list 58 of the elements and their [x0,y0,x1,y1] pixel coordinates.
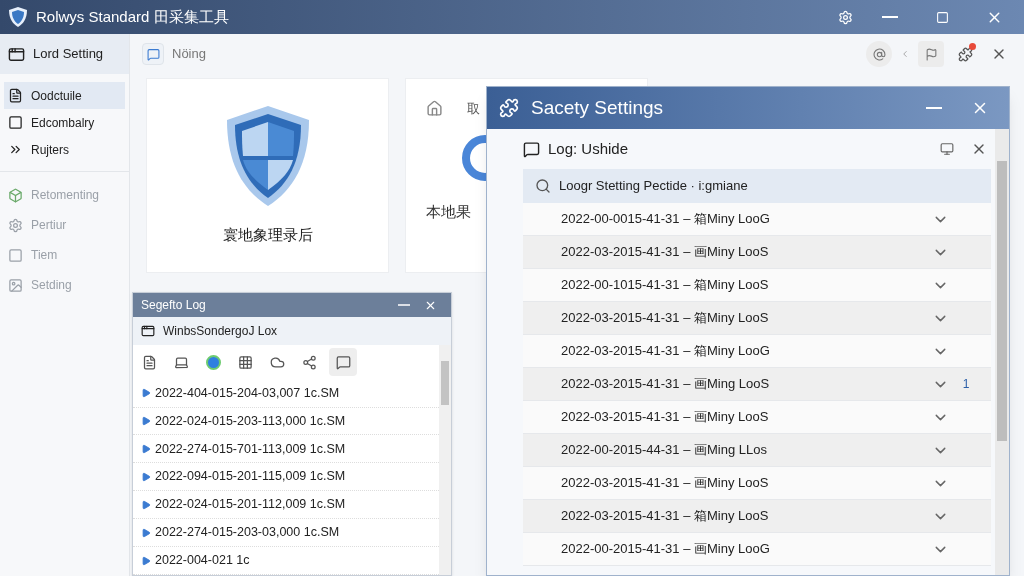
minimize-icon [882,16,898,18]
square-icon [8,247,23,263]
dialog-subtitle: Log: Ushide [548,138,630,159]
card-label: 寰地象理录后 [222,225,313,246]
chat-icon[interactable] [329,348,357,377]
square-icon [8,115,23,130]
log-row[interactable]: 2022-03-2015-41-31 – 画Ming LooS 1 [523,368,991,401]
message-icon [146,47,160,61]
at-icon[interactable] [866,41,892,67]
search-icon [535,178,551,194]
play-icon [141,388,151,399]
scrollbar[interactable] [439,345,451,575]
play-icon [141,471,151,482]
log-row[interactable]: 2022-03-2015-41-31 – 画Miny LooS [523,236,991,269]
sidebar-item[interactable]: Rujters [4,136,125,163]
image-icon [8,277,23,293]
card-label: 本地果 [426,201,471,222]
minimize-icon [926,107,942,109]
log-row[interactable]: 2022-00-1015-41-31 – 箱Miny LooS [523,269,991,302]
play-icon [141,415,151,426]
message-icon [523,140,540,158]
log-row[interactable]: 2022-03-2015-41-31 – 箱Miny LooS [523,302,991,335]
window-icon [141,324,155,338]
log-row[interactable]: 2022-03-2015-41-31 – 箱Miny LooS [523,500,991,533]
window-subtitle: WinbsSondergoJ Lox [163,323,278,340]
home-icon [426,100,443,118]
card[interactable]: 寰地象理录后 [146,78,389,273]
log-row[interactable]: 2022-03-2015-41-31 – 画Miny LooS [523,401,991,434]
log-row[interactable]: 2022-00-2015-44-31 – 画Ming LLos [523,434,991,467]
tab[interactable]: Nöing [142,43,206,65]
minimize-icon [398,304,410,306]
play-icon [141,443,151,454]
settings-icon [8,217,23,233]
document-icon [8,88,23,103]
log-row[interactable]: 2022-00-2015-41-31 – 画Miny LooG [523,533,991,566]
cube-icon [8,187,23,203]
sidebar-header[interactable]: Lord Setting [0,34,129,74]
play-icon [141,527,151,538]
window-title: Segefto Log [141,297,207,314]
window-title: Rolwys Standard 田采集工具 [36,6,229,27]
sidebar-item[interactable]: Edcombalry [4,109,125,136]
caret-icon [900,49,910,59]
play-icon [141,499,151,510]
window-icon [8,45,25,63]
log-row[interactable]: 2022-03-2015-41-31 – 箱Miny LooG [523,335,991,368]
log-row[interactable]: 2022-03-2015-41-31 – 画Miny LooS [523,467,991,500]
flag-icon[interactable] [918,41,944,67]
sidebar-item[interactable]: Oodctuile [4,82,125,109]
search-field[interactable]: Loogr Stetting Pectide · i:gmiane [523,169,991,203]
play-icon [141,555,151,566]
maximize-icon [935,10,949,24]
scrollbar[interactable] [995,129,1009,575]
puzzle-icon [499,98,519,118]
log-row[interactable]: 2022-00-0015-41-31 – 箱Miny LooG [523,203,991,236]
dialog-title: Sacety Settings [531,95,665,120]
row-count: 1 [962,376,970,393]
card-heading: 取 [467,100,480,118]
shield-icon [8,6,28,28]
